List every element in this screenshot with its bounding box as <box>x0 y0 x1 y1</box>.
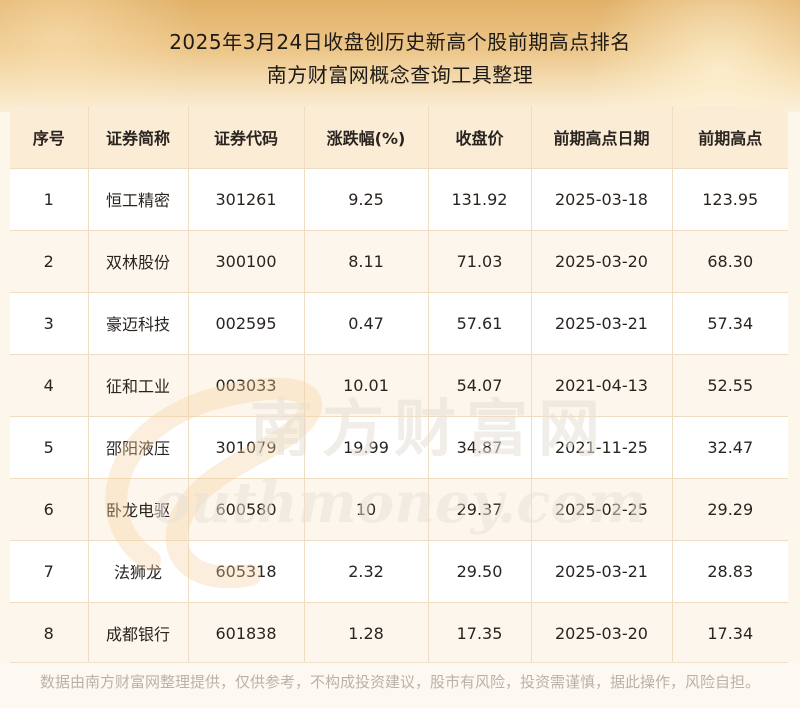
cell-prev-high: 28.83 <box>672 540 788 603</box>
cell-prev-high-date: 2025-03-20 <box>531 230 673 293</box>
cell-rank: 7 <box>10 540 89 603</box>
header-change: 涨跌幅(%) <box>304 106 429 169</box>
cell-change: 19.99 <box>304 416 429 479</box>
cell-close: 17.35 <box>428 602 532 662</box>
header-code: 证券代码 <box>188 106 305 169</box>
disclaimer-text: 数据由南方财富网整理提供，仅供参考，不构成投资建议，股市有风险，投资需谨慎，据此… <box>39 673 760 691</box>
cell-change: 8.11 <box>304 230 429 293</box>
cell-prev-high-date: 2021-11-25 <box>531 416 673 479</box>
header-glow-left <box>0 0 240 112</box>
cell-name: 双林股份 <box>88 230 189 293</box>
cell-change: 2.32 <box>304 540 429 603</box>
cell-close: 54.07 <box>428 354 532 417</box>
cell-name: 征和工业 <box>88 354 189 417</box>
cell-code: 605318 <box>188 540 305 603</box>
cell-name: 成都银行 <box>88 602 189 662</box>
header-prev-high-date: 前期高点日期 <box>531 106 673 169</box>
cell-prev-high-date: 2025-03-21 <box>531 292 673 355</box>
table-row: 8 成都银行 601838 1.28 17.35 2025-03-20 17.3… <box>10 602 788 662</box>
cell-name: 恒工精密 <box>88 168 189 231</box>
cell-prev-high: 123.95 <box>672 168 788 231</box>
cell-prev-high: 68.30 <box>672 230 788 293</box>
table-row: 6 卧龙电驱 600580 10 29.37 2025-02-25 29.29 <box>10 478 788 541</box>
cell-change: 0.47 <box>304 292 429 355</box>
cell-rank: 4 <box>10 354 89 417</box>
cell-prev-high-date: 2025-03-21 <box>531 540 673 603</box>
cell-prev-high: 57.34 <box>672 292 788 355</box>
cell-code: 300100 <box>188 230 305 293</box>
cell-prev-high: 29.29 <box>672 478 788 541</box>
cell-close: 57.61 <box>428 292 532 355</box>
cell-change: 9.25 <box>304 168 429 231</box>
header-close: 收盘价 <box>428 106 532 169</box>
cell-code: 002595 <box>188 292 305 355</box>
cell-close: 29.37 <box>428 478 532 541</box>
cell-close: 131.92 <box>428 168 532 231</box>
cell-name: 邵阳液压 <box>88 416 189 479</box>
table-row: 1 恒工精密 301261 9.25 131.92 2025-03-18 123… <box>10 168 788 231</box>
cell-rank: 8 <box>10 602 89 662</box>
header-banner: 2025年3月24日收盘创历史新高个股前期高点排名 南方财富网概念查询工具整理 <box>0 0 800 112</box>
cell-prev-high: 52.55 <box>672 354 788 417</box>
header-glow <box>560 0 800 112</box>
cell-name: 豪迈科技 <box>88 292 189 355</box>
cell-name: 法狮龙 <box>88 540 189 603</box>
cell-code: 003033 <box>188 354 305 417</box>
ranking-table-card: 序号 证券简称 证券代码 涨跌幅(%) 收盘价 前期高点日期 前期高点 1 恒工… <box>10 106 788 662</box>
table-row: 4 征和工业 003033 10.01 54.07 2021-04-13 52.… <box>10 354 788 417</box>
table-row: 7 法狮龙 605318 2.32 29.50 2025-03-21 28.83 <box>10 540 788 603</box>
cell-change: 10.01 <box>304 354 429 417</box>
cell-code: 301079 <box>188 416 305 479</box>
page-subtitle: 南方财富网概念查询工具整理 <box>266 63 534 87</box>
cell-close: 34.87 <box>428 416 532 479</box>
cell-prev-high: 17.34 <box>672 602 788 662</box>
header-prev-high: 前期高点 <box>672 106 788 169</box>
cell-change: 1.28 <box>304 602 429 662</box>
cell-close: 29.50 <box>428 540 532 603</box>
table-header-row: 序号 证券简称 证券代码 涨跌幅(%) 收盘价 前期高点日期 前期高点 <box>10 106 788 169</box>
table-row: 2 双林股份 300100 8.11 71.03 2025-03-20 68.3… <box>10 230 788 293</box>
cell-prev-high-date: 2025-02-25 <box>531 478 673 541</box>
cell-rank: 1 <box>10 168 89 231</box>
table-row: 3 豪迈科技 002595 0.47 57.61 2025-03-21 57.3… <box>10 292 788 355</box>
cell-close: 71.03 <box>428 230 532 293</box>
cell-rank: 5 <box>10 416 89 479</box>
cell-prev-high: 32.47 <box>672 416 788 479</box>
cell-rank: 6 <box>10 478 89 541</box>
cell-code: 601838 <box>188 602 305 662</box>
table-row: 5 邵阳液压 301079 19.99 34.87 2021-11-25 32.… <box>10 416 788 479</box>
cell-change: 10 <box>304 478 429 541</box>
cell-code: 600580 <box>188 478 305 541</box>
cell-name: 卧龙电驱 <box>88 478 189 541</box>
cell-prev-high-date: 2025-03-20 <box>531 602 673 662</box>
cell-rank: 3 <box>10 292 89 355</box>
page-title: 2025年3月24日收盘创历史新高个股前期高点排名 <box>169 30 631 54</box>
ranking-table: 序号 证券简称 证券代码 涨跌幅(%) 收盘价 前期高点日期 前期高点 1 恒工… <box>10 106 788 662</box>
header-name: 证券简称 <box>88 106 189 169</box>
cell-code: 301261 <box>188 168 305 231</box>
cell-prev-high-date: 2025-03-18 <box>531 168 673 231</box>
footer-divider <box>10 662 788 663</box>
header-rank: 序号 <box>10 106 89 169</box>
cell-prev-high-date: 2021-04-13 <box>531 354 673 417</box>
cell-rank: 2 <box>10 230 89 293</box>
